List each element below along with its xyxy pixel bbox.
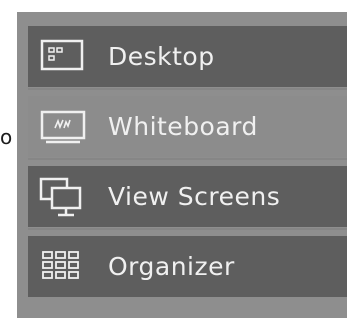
organizer-grid-icon bbox=[42, 250, 79, 279]
app-stage: o Desktop Whiteboard View Screens Organi… bbox=[0, 0, 347, 323]
view-screens-icon bbox=[39, 177, 82, 216]
menu-item-whiteboard-label: Whiteboard bbox=[108, 112, 258, 141]
menu-divider bbox=[28, 88, 347, 90]
desktop-window-icon bbox=[40, 39, 84, 70]
menu-item-whiteboard[interactable]: Whiteboard bbox=[28, 96, 347, 157]
menu-item-view-screens-label: View Screens bbox=[108, 182, 281, 211]
menu-item-desktop[interactable]: Desktop bbox=[28, 26, 347, 87]
menu-panel: Desktop Whiteboard View Screens Organize… bbox=[17, 12, 347, 318]
menu-item-organizer[interactable]: Organizer bbox=[28, 236, 347, 297]
menu-item-view-screens[interactable]: View Screens bbox=[28, 166, 347, 227]
menu-divider bbox=[28, 228, 347, 230]
menu-item-organizer-label: Organizer bbox=[108, 252, 235, 281]
whiteboard-icon bbox=[40, 110, 86, 143]
partial-text-fragment: o bbox=[0, 125, 13, 149]
menu-divider bbox=[28, 158, 347, 160]
menu-item-desktop-label: Desktop bbox=[108, 42, 215, 71]
